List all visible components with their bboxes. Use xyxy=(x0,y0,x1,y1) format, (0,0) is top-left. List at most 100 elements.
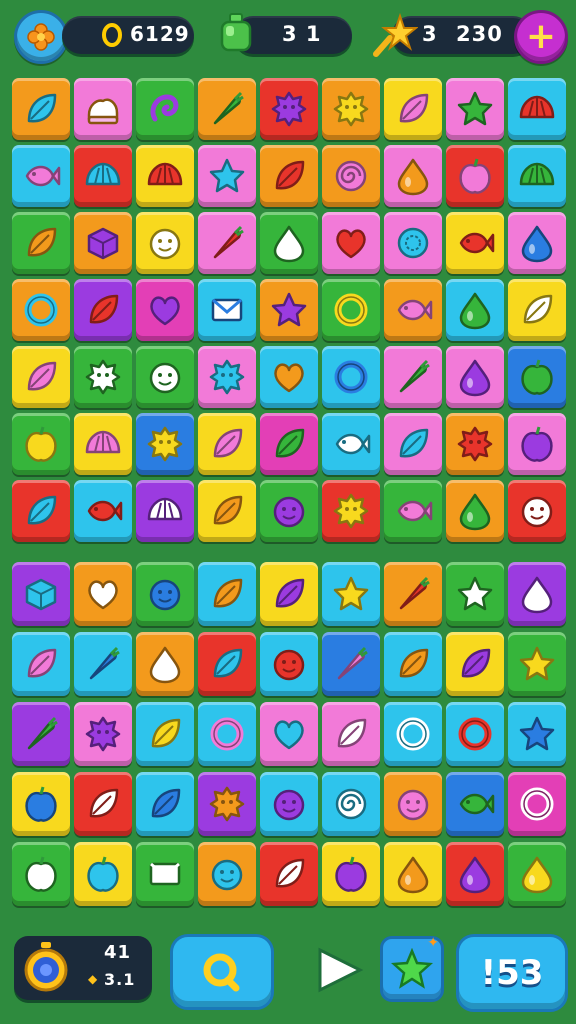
tile[interactable] xyxy=(508,78,566,140)
tile[interactable] xyxy=(508,145,566,207)
tile[interactable] xyxy=(74,279,132,341)
tile[interactable] xyxy=(322,145,380,207)
tile[interactable] xyxy=(322,212,380,274)
tile[interactable] xyxy=(446,480,504,542)
tile[interactable] xyxy=(384,78,442,140)
tile[interactable] xyxy=(260,702,318,766)
tile[interactable] xyxy=(508,279,566,341)
tile[interactable] xyxy=(260,632,318,696)
tile[interactable] xyxy=(12,145,70,207)
tile[interactable] xyxy=(74,562,132,626)
tile[interactable] xyxy=(384,562,442,626)
tile[interactable] xyxy=(322,413,380,475)
tile[interactable] xyxy=(260,212,318,274)
profile-button[interactable] xyxy=(14,10,68,64)
add-button[interactable]: + xyxy=(514,10,568,64)
tile[interactable] xyxy=(198,842,256,906)
tile[interactable] xyxy=(384,212,442,274)
tile[interactable] xyxy=(198,78,256,140)
tile[interactable] xyxy=(260,279,318,341)
tile[interactable] xyxy=(12,279,70,341)
tile[interactable] xyxy=(384,772,442,836)
tile[interactable] xyxy=(508,562,566,626)
tile[interactable] xyxy=(12,562,70,626)
tile[interactable] xyxy=(508,772,566,836)
tile[interactable] xyxy=(12,346,70,408)
tile[interactable] xyxy=(508,480,566,542)
tile[interactable] xyxy=(260,346,318,408)
tile[interactable] xyxy=(260,78,318,140)
tile[interactable] xyxy=(74,78,132,140)
tile[interactable] xyxy=(136,842,194,906)
tile[interactable] xyxy=(74,346,132,408)
tile[interactable] xyxy=(136,772,194,836)
tile[interactable] xyxy=(322,78,380,140)
hint-button[interactable] xyxy=(170,934,274,1010)
level-button[interactable]: !53 xyxy=(456,934,568,1012)
tile[interactable] xyxy=(508,346,566,408)
tile[interactable] xyxy=(384,632,442,696)
tile[interactable] xyxy=(136,78,194,140)
tile[interactable] xyxy=(12,772,70,836)
tile[interactable] xyxy=(446,413,504,475)
tile[interactable] xyxy=(508,212,566,274)
tile[interactable] xyxy=(136,413,194,475)
tile[interactable] xyxy=(198,346,256,408)
tile[interactable] xyxy=(260,480,318,542)
tile[interactable] xyxy=(446,346,504,408)
tile[interactable] xyxy=(384,279,442,341)
tile[interactable] xyxy=(136,632,194,696)
tile[interactable] xyxy=(74,772,132,836)
tile[interactable] xyxy=(74,632,132,696)
tile[interactable] xyxy=(198,702,256,766)
tile[interactable] xyxy=(260,145,318,207)
tile[interactable] xyxy=(446,702,504,766)
tile[interactable] xyxy=(198,632,256,696)
tile[interactable] xyxy=(446,562,504,626)
tile[interactable] xyxy=(136,702,194,766)
tile[interactable] xyxy=(508,702,566,766)
tile[interactable] xyxy=(198,413,256,475)
tile[interactable] xyxy=(508,842,566,906)
tile[interactable] xyxy=(136,562,194,626)
tile[interactable] xyxy=(446,78,504,140)
tile[interactable] xyxy=(446,632,504,696)
tile[interactable] xyxy=(322,480,380,542)
star-booster-button[interactable]: ✦ xyxy=(380,935,444,1002)
tile[interactable] xyxy=(322,772,380,836)
tile[interactable] xyxy=(136,346,194,408)
tile[interactable] xyxy=(322,562,380,626)
tile[interactable] xyxy=(198,279,256,341)
tile[interactable] xyxy=(12,632,70,696)
tile[interactable] xyxy=(384,413,442,475)
tile[interactable] xyxy=(260,562,318,626)
tile[interactable] xyxy=(74,702,132,766)
tile[interactable] xyxy=(384,842,442,906)
tile[interactable] xyxy=(136,145,194,207)
tile[interactable] xyxy=(446,842,504,906)
tile[interactable] xyxy=(384,702,442,766)
tile[interactable] xyxy=(322,632,380,696)
tile[interactable] xyxy=(136,279,194,341)
tile[interactable] xyxy=(136,480,194,542)
tile[interactable] xyxy=(508,632,566,696)
tile[interactable] xyxy=(322,346,380,408)
tile[interactable] xyxy=(12,842,70,906)
tile[interactable] xyxy=(508,413,566,475)
tile[interactable] xyxy=(12,78,70,140)
tile[interactable] xyxy=(74,842,132,906)
tile[interactable] xyxy=(12,413,70,475)
tile[interactable] xyxy=(198,145,256,207)
tile[interactable] xyxy=(384,480,442,542)
tile[interactable] xyxy=(136,212,194,274)
tile[interactable] xyxy=(260,772,318,836)
tile[interactable] xyxy=(198,772,256,836)
tile[interactable] xyxy=(446,145,504,207)
tile[interactable] xyxy=(74,413,132,475)
tile[interactable] xyxy=(446,279,504,341)
tile[interactable] xyxy=(198,212,256,274)
tile[interactable] xyxy=(446,212,504,274)
tile[interactable] xyxy=(74,212,132,274)
tile[interactable] xyxy=(260,413,318,475)
tile[interactable] xyxy=(12,702,70,766)
